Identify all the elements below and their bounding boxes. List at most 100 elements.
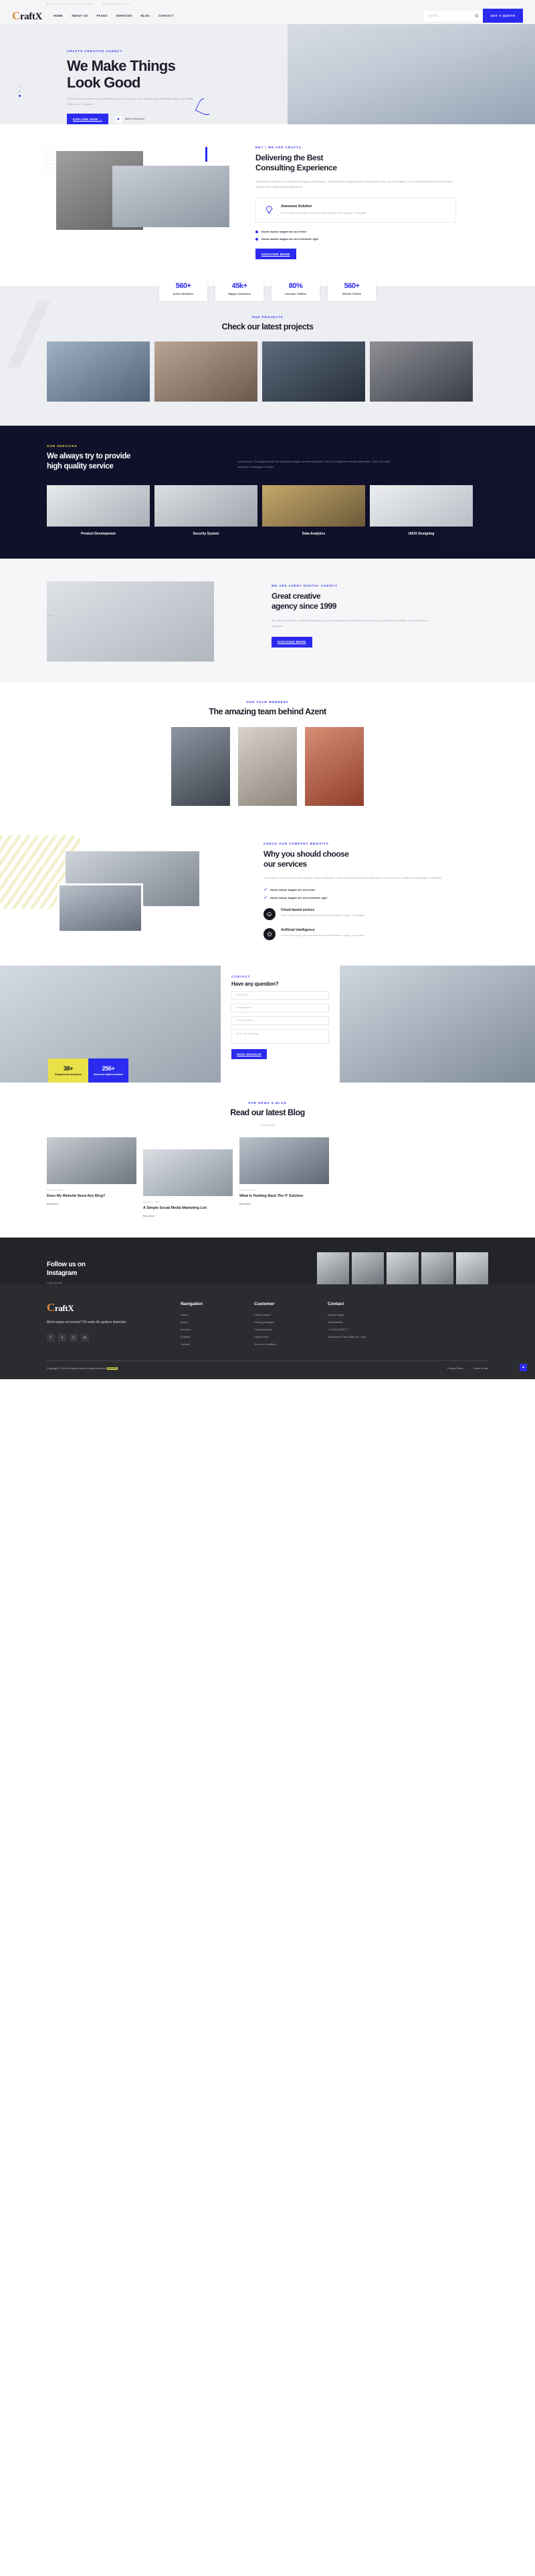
ai-chip-icon	[263, 927, 276, 940]
footer-logo[interactable]: CraftX	[47, 1302, 181, 1313]
agency-image	[47, 581, 214, 662]
instagram-tile-1[interactable]	[317, 1252, 349, 1285]
instagram-title-line1: Follow us on	[47, 1261, 86, 1269]
project-card-1[interactable]	[47, 341, 150, 402]
instagram-title: Follow us on Instagram	[47, 1260, 124, 1278]
team-title: The amazing team behind Azent	[209, 706, 326, 716]
benefits-image-secondary	[58, 883, 143, 933]
scroll-top-icon[interactable]: ▲	[520, 1363, 527, 1371]
tick-item: ✓ Donec auctor magna nec orci hendrerit, …	[263, 896, 464, 900]
blog-read-more[interactable]: Read More	[47, 1203, 136, 1205]
instagram-tile-5[interactable]	[456, 1252, 488, 1285]
copyright-text: Copyright © 2024.Company name All rights…	[47, 1367, 107, 1370]
footer-link-pricing-packages[interactable]: Pricing packages	[254, 1320, 328, 1324]
stats-section: 560+ Active Members 45k+ Happy Customers…	[0, 273, 535, 301]
hero-eyebrow: CRAFTX CREATIVE AGENCY	[67, 49, 123, 53]
footer-link-about[interactable]: About	[181, 1320, 254, 1324]
stat-card: 560+ Worlds Clients	[328, 277, 376, 301]
message-field[interactable]: Write Your Message	[231, 1028, 329, 1044]
topbar-email[interactable]: hello@example.com	[102, 2, 130, 5]
team-header: OUR TEAM MEMBERS The amazing team behind…	[47, 700, 488, 716]
service-card-data-analytics[interactable]: Data Analytics	[262, 484, 365, 536]
hero-image	[288, 24, 535, 124]
service-label: UI/UX Designing	[408, 531, 435, 536]
logo[interactable]: CraftX	[12, 10, 42, 22]
topbar-location: 425 SE Street, North West, Thailand	[47, 2, 94, 5]
blog-post-card-3[interactable]: March 12, 2024 What Is Holding Back The …	[239, 1137, 329, 1205]
terms-of-use-link[interactable]: Terms of Use	[473, 1367, 488, 1370]
instagram-tile-2[interactable]	[352, 1252, 384, 1285]
team-member-card-1[interactable]	[171, 726, 230, 806]
linkedin-icon[interactable]: in	[81, 1333, 89, 1342]
x-icon[interactable]: x	[58, 1333, 66, 1342]
service-thumbnail	[47, 484, 150, 527]
project-card-2[interactable]	[154, 341, 257, 402]
send-message-button[interactable]: SEND MESSAGE	[231, 1048, 268, 1059]
agency-discover-more-button[interactable]: DISCOVER MORE	[272, 636, 312, 648]
blog-read-more[interactable]: Read More	[143, 1215, 233, 1218]
footer-link-portfolio[interactable]: Portfolio	[181, 1335, 254, 1338]
site-header: CraftX HOME ABOUT US PAGES SERVICES BLOG…	[0, 7, 535, 24]
hero-title-line2: Look Good	[67, 74, 140, 91]
footer-column-heading: Contact	[328, 1302, 344, 1307]
team-member-card-3[interactable]	[305, 726, 364, 806]
footer-contact-city: Jeanetteside	[328, 1320, 343, 1324]
service-thumbnail	[154, 484, 257, 527]
footer-link-company-story[interactable]: Company story	[254, 1328, 328, 1331]
project-card-3[interactable]	[262, 341, 365, 402]
hero-dot-2[interactable]	[19, 90, 21, 92]
search-input[interactable]: Search...	[424, 10, 483, 21]
footer-link-terms-condition[interactable]: Terms & Condition	[254, 1342, 328, 1346]
get-a-quote-button[interactable]: GET A QUOTE	[483, 9, 523, 23]
team-member-card-2[interactable]	[238, 726, 297, 806]
blog-read-more[interactable]: Read More	[239, 1203, 329, 1205]
nav-item-blog[interactable]: BLOG	[141, 14, 150, 17]
contact-form: CONTACT Have any question? Your Name Ema…	[221, 965, 340, 1083]
email-field[interactable]: Email Address	[231, 1003, 329, 1012]
benefits-title-line1: Why you should choose	[263, 849, 349, 859]
name-field[interactable]: Your Name	[231, 990, 329, 1000]
service-card-product-development[interactable]: Product Development	[47, 484, 150, 536]
watch-showreel[interactable]: Watch Showreel	[114, 115, 144, 123]
facebook-icon[interactable]: f	[47, 1333, 55, 1342]
footer-link-latest-news[interactable]: Latest news	[254, 1335, 328, 1338]
explore-now-button[interactable]: EXPLORE NOW →	[67, 114, 108, 124]
blog-post-card-2[interactable]: March 12, 2024 A Simple Social Media Mar…	[143, 1149, 233, 1218]
phone-field[interactable]: Phone Number	[231, 1016, 329, 1025]
nav-item-contact[interactable]: CONTACT	[158, 14, 174, 17]
projects-eyebrow: OUR PROJECTS	[251, 315, 284, 319]
footer-link-contact[interactable]: Contact	[181, 1342, 254, 1346]
blog-eyebrow: OUR NEWS & BLOG	[248, 1101, 287, 1105]
tick-label: Donec auctor magna nec orci hend	[270, 888, 315, 892]
nav-item-services[interactable]: SERVICES	[116, 14, 132, 17]
footer-link-home[interactable]: Home	[181, 1313, 254, 1316]
footer-contact-phone[interactable]: +1-3454-5678-77	[328, 1328, 401, 1331]
hero-title-line1: We Make Things	[67, 57, 176, 74]
agency-title: Great creative agency since 1999	[272, 591, 472, 611]
about-discover-more-button[interactable]: DISCOVER MORE	[255, 249, 296, 259]
nav-item-pages[interactable]: PAGES	[97, 14, 108, 17]
blog-post-card-1[interactable]: March 12, 2024 Does My Website Need Any …	[47, 1137, 136, 1205]
benefits-tick-list: ✓ Donec auctor magna nec orci hend ✓ Donec…	[263, 888, 464, 900]
instagram-grid	[317, 1252, 488, 1285]
service-card-ui-ux-designing[interactable]: UI/UX Designing	[370, 484, 473, 536]
play-icon[interactable]	[114, 115, 122, 123]
benefits-content: CHECK OUR COMPANY BENIFITS Why you shoul…	[263, 842, 464, 940]
search-icon[interactable]	[475, 14, 478, 17]
footer-link-services[interactable]: Services	[181, 1328, 254, 1331]
nav-item-home[interactable]: HOME	[54, 14, 63, 17]
awesome-solution-title: Awesome Solution	[281, 204, 312, 208]
nav-item-about-us[interactable]: ABOUT US	[72, 14, 88, 17]
hero-dot-1[interactable]	[19, 86, 21, 88]
hero-section: CRAFTX CREATIVE AGENCY We Make Things Lo…	[0, 24, 535, 124]
instagram-tile-4[interactable]	[421, 1252, 453, 1285]
privacy-policy-link[interactable]: Privacy Policy	[447, 1367, 463, 1370]
blog-meta: March 12, 2024	[239, 1188, 256, 1191]
instagram-tile-3[interactable]	[387, 1252, 419, 1285]
hero-slider-dots[interactable]	[19, 86, 21, 97]
footer-link-client-support[interactable]: Client support	[254, 1313, 328, 1316]
instagram-icon[interactable]: ▢	[70, 1333, 78, 1342]
service-card-security-system[interactable]: Security System	[154, 484, 257, 536]
hero-dot-3[interactable]	[19, 95, 21, 97]
project-card-4[interactable]	[370, 341, 473, 402]
